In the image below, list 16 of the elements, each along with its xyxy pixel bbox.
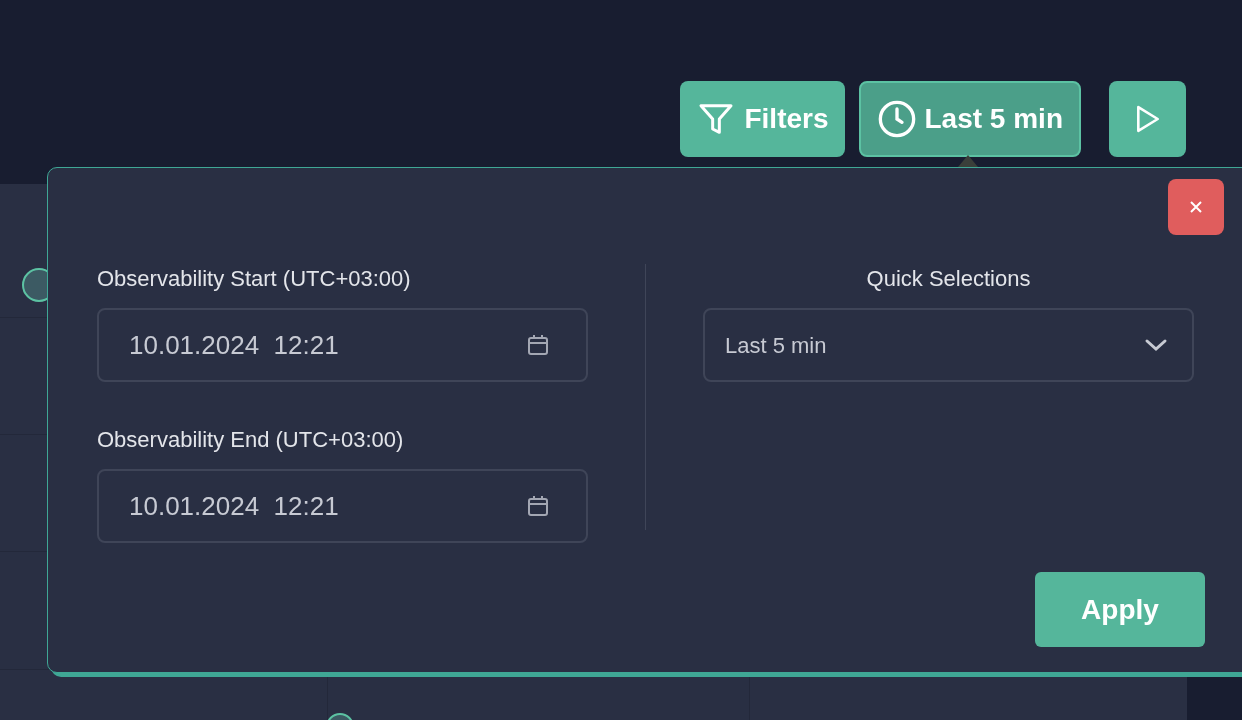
clock-icon [876,99,917,139]
end-date-field[interactable]: 10.01.2024 12:21 [97,469,588,543]
calendar-icon [526,333,550,357]
start-date-label: Observability Start (UTC+03:00) [97,265,412,293]
start-date-value: 10.01.2024 12:21 [129,328,339,362]
start-date-field[interactable]: 10.01.2024 12:21 [97,308,588,382]
play-icon [1134,105,1161,133]
close-button[interactable] [1168,179,1224,235]
quick-selection-dropdown[interactable]: Last 5 min [703,308,1194,382]
play-button[interactable] [1109,81,1186,157]
chevron-down-icon [1144,338,1168,352]
end-date-label: Observability End (UTC+03:00) [97,426,405,454]
calendar-icon [526,494,550,518]
end-date-value: 10.01.2024 12:21 [129,489,339,523]
quick-selections-label: Quick Selections [865,265,1032,293]
close-icon [1188,199,1204,215]
